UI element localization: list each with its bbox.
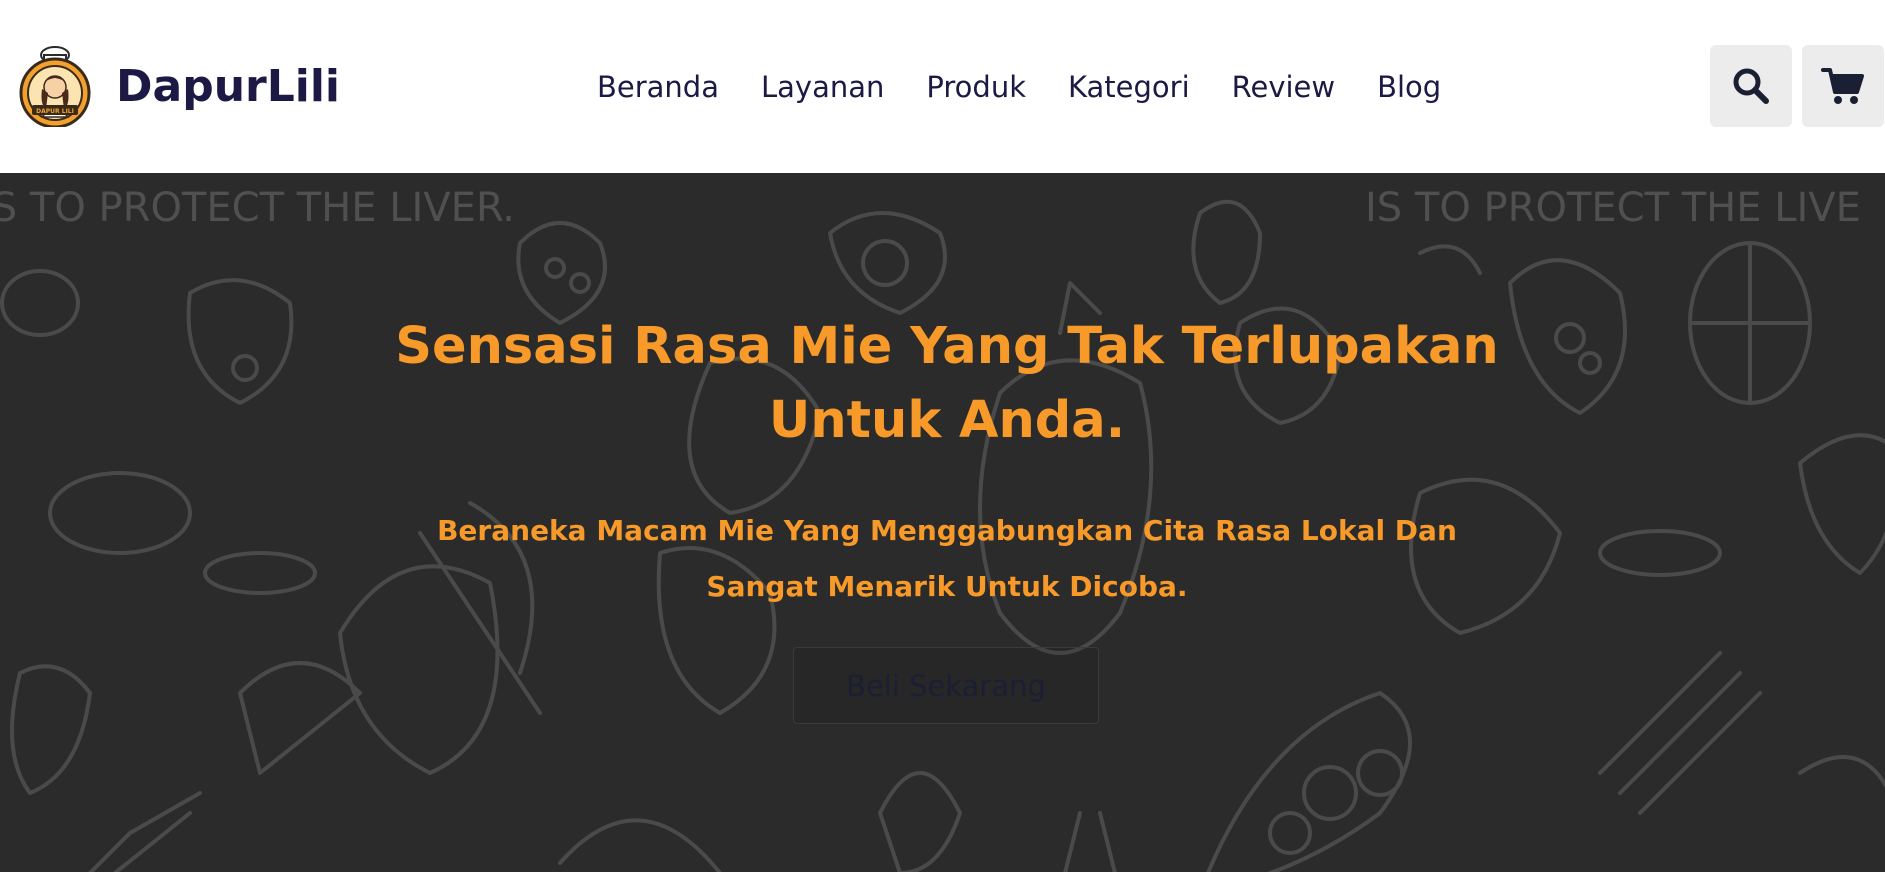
main-nav: Beranda Layanan Produk Kategori Review B… (597, 64, 1441, 110)
nav-item-produk[interactable]: Produk (926, 70, 1026, 104)
nav-item-beranda[interactable]: Beranda (597, 70, 719, 104)
nav-item-review[interactable]: Review (1232, 70, 1335, 104)
hero-subtitle: Beraneka Macam Mie Yang Menggabungkan Ci… (437, 514, 1457, 603)
site-header: DAPUR LILI DapurLili Beranda Layanan Pro… (0, 0, 1885, 173)
hero-title: Sensasi Rasa Mie Yang Tak Terlupakan Unt… (395, 317, 1499, 450)
nav-item-blog[interactable]: Blog (1377, 70, 1441, 104)
nav-item-kategori[interactable]: Kategori (1068, 70, 1190, 104)
cart-icon (1821, 68, 1864, 104)
brand[interactable]: DAPUR LILI DapurLili (18, 42, 340, 130)
chef-logo-icon: DAPUR LILI (19, 46, 91, 127)
nav-item-layanan[interactable]: Layanan (761, 70, 884, 104)
logo-banner-text: DAPUR LILI (36, 108, 74, 115)
cart-button[interactable] (1802, 45, 1884, 127)
search-icon (1733, 68, 1769, 104)
hero-section: IS TO PROTECT THE LIVER. IS TO PROTECT T… (0, 173, 1885, 872)
search-button[interactable] (1710, 45, 1792, 127)
buy-now-button[interactable]: Beli Sekarang (793, 647, 1099, 724)
hero-content: Sensasi Rasa Mie Yang Tak Terlupakan Unt… (0, 173, 1885, 872)
brand-name[interactable]: DapurLili (116, 61, 340, 112)
